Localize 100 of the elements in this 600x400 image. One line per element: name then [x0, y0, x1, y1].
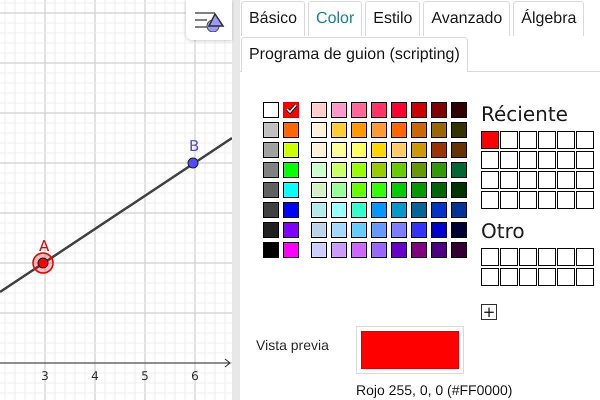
color-swatch[interactable]	[371, 122, 387, 138]
empty-color-slot[interactable]	[557, 151, 575, 169]
color-swatch[interactable]	[431, 222, 447, 238]
empty-color-slot[interactable]	[557, 171, 575, 189]
graphics-canvas[interactable]: 3 4 5 6 A B	[0, 0, 232, 400]
color-swatch[interactable]	[263, 202, 279, 218]
color-swatch[interactable]	[451, 102, 467, 118]
point[interactable]	[188, 158, 198, 168]
empty-color-slot[interactable]	[481, 171, 499, 189]
empty-color-slot[interactable]	[519, 191, 537, 209]
color-swatch[interactable]	[371, 242, 387, 258]
color-swatch[interactable]	[311, 102, 327, 118]
color-swatch[interactable]	[331, 162, 347, 178]
color-swatch[interactable]	[391, 122, 407, 138]
empty-color-slot[interactable]	[481, 248, 499, 266]
color-swatch[interactable]	[283, 142, 299, 158]
color-swatch[interactable]	[331, 242, 347, 258]
color-swatch[interactable]	[311, 202, 327, 218]
empty-color-slot[interactable]	[500, 268, 518, 286]
color-swatch[interactable]	[351, 162, 367, 178]
color-swatch[interactable]	[411, 222, 427, 238]
color-swatch[interactable]	[431, 122, 447, 138]
color-swatch[interactable]	[283, 102, 299, 118]
color-swatch[interactable]	[263, 102, 279, 118]
color-swatch[interactable]	[351, 202, 367, 218]
color-swatch[interactable]	[451, 242, 467, 258]
color-swatch[interactable]	[283, 202, 299, 218]
empty-color-slot[interactable]	[519, 268, 537, 286]
tab[interactable]: Avanzado	[423, 1, 510, 36]
empty-color-slot[interactable]	[576, 171, 594, 189]
color-swatch[interactable]	[411, 242, 427, 258]
color-swatch[interactable]	[371, 162, 387, 178]
empty-color-slot[interactable]	[538, 191, 556, 209]
empty-color-slot[interactable]	[519, 131, 537, 149]
color-swatch[interactable]	[283, 222, 299, 238]
color-swatch[interactable]	[391, 102, 407, 118]
color-swatch[interactable]	[263, 122, 279, 138]
empty-color-slot[interactable]	[500, 151, 518, 169]
color-swatch[interactable]	[391, 162, 407, 178]
color-swatch[interactable]	[311, 242, 327, 258]
color-swatch[interactable]	[451, 222, 467, 238]
color-swatch[interactable]	[451, 182, 467, 198]
tab[interactable]: Programa de guion (scripting)	[241, 37, 468, 72]
color-swatch[interactable]	[311, 162, 327, 178]
empty-color-slot[interactable]	[576, 268, 594, 286]
color-swatch[interactable]	[431, 242, 447, 258]
color-swatch[interactable]	[331, 122, 347, 138]
empty-color-slot[interactable]	[481, 191, 499, 209]
color-swatch[interactable]	[411, 102, 427, 118]
color-swatch[interactable]	[283, 242, 299, 258]
empty-color-slot[interactable]	[500, 171, 518, 189]
empty-color-slot[interactable]	[557, 191, 575, 209]
color-swatch[interactable]	[331, 142, 347, 158]
color-swatch[interactable]	[431, 162, 447, 178]
color-swatch[interactable]	[331, 102, 347, 118]
color-swatch[interactable]	[411, 122, 427, 138]
color-swatch[interactable]	[451, 122, 467, 138]
color-swatch[interactable]	[411, 162, 427, 178]
style-bar-toggle[interactable]	[186, 0, 232, 40]
color-swatch[interactable]	[431, 202, 447, 218]
color-swatch[interactable]	[331, 222, 347, 238]
color-swatch[interactable]	[371, 222, 387, 238]
empty-color-slot[interactable]	[576, 191, 594, 209]
empty-color-slot[interactable]	[500, 191, 518, 209]
color-swatch[interactable]	[411, 182, 427, 198]
color-swatch[interactable]	[391, 142, 407, 158]
line[interactable]	[0, 136, 232, 294]
color-swatch[interactable]	[391, 202, 407, 218]
color-swatch[interactable]	[351, 222, 367, 238]
empty-color-slot[interactable]	[519, 248, 537, 266]
tab[interactable]: Estilo	[365, 1, 420, 36]
empty-color-slot[interactable]	[557, 268, 575, 286]
color-swatch[interactable]	[371, 142, 387, 158]
color-swatch[interactable]	[451, 142, 467, 158]
tab[interactable]: Color	[308, 1, 362, 36]
empty-color-slot[interactable]	[538, 248, 556, 266]
color-swatch[interactable]	[331, 202, 347, 218]
color-swatch[interactable]	[311, 122, 327, 138]
tab[interactable]: Álgebra	[513, 1, 584, 36]
color-swatch[interactable]	[411, 142, 427, 158]
empty-color-slot[interactable]	[557, 248, 575, 266]
color-swatch[interactable]	[283, 162, 299, 178]
empty-color-slot[interactable]	[519, 171, 537, 189]
empty-color-slot[interactable]	[500, 248, 518, 266]
empty-color-slot[interactable]	[538, 151, 556, 169]
empty-color-slot[interactable]	[576, 151, 594, 169]
color-swatch[interactable]	[391, 242, 407, 258]
tab[interactable]: Básico	[241, 1, 306, 36]
recent-color-swatch[interactable]	[481, 131, 499, 149]
color-swatch[interactable]	[371, 102, 387, 118]
empty-color-slot[interactable]	[538, 171, 556, 189]
color-swatch[interactable]	[431, 102, 447, 118]
color-swatch[interactable]	[351, 242, 367, 258]
color-swatch[interactable]	[371, 202, 387, 218]
empty-color-slot[interactable]	[576, 131, 594, 149]
add-color-button[interactable]: +	[481, 304, 497, 320]
empty-color-slot[interactable]	[538, 268, 556, 286]
color-swatch[interactable]	[263, 222, 279, 238]
color-swatch[interactable]	[263, 242, 279, 258]
color-swatch[interactable]	[451, 162, 467, 178]
